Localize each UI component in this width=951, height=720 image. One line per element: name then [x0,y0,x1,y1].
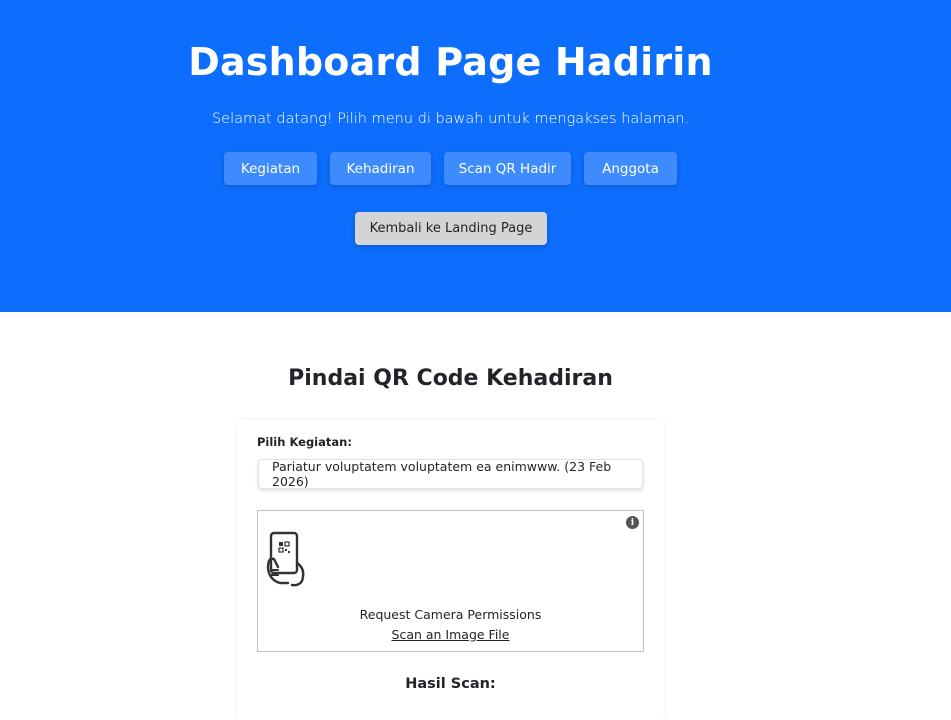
nav-scan-qr-button[interactable]: Scan QR Hadir [444,152,571,185]
nav-kegiatan-button[interactable]: Kegiatan [224,152,317,185]
back-to-landing-button[interactable]: Kembali ke Landing Page [355,212,547,245]
info-icon[interactable]: i [626,516,639,529]
activity-select-label: Pilih Kegiatan: [257,435,352,449]
nav-anggota-button[interactable]: Anggota [584,152,677,185]
scan-image-file-link[interactable]: Scan an Image File [258,627,643,642]
activity-select-value: Pariatur voluptatem voluptatem ea enimww… [272,459,612,489]
hero-header: Dashboard Page Hadirin Selamat datang! P… [0,0,951,312]
scan-result-title: Hasil Scan: [405,676,496,692]
welcome-text: Selamat datang! Pilih menu di bawah untu… [211,111,690,127]
request-camera-button[interactable]: Request Camera Permissions [258,607,643,622]
phone-qr-icon [266,531,305,587]
page-title: Dashboard Page Hadirin [188,40,713,84]
activity-select[interactable]: Pariatur voluptatem voluptatem ea enimww… [258,459,643,489]
qr-scanner-region: i Request Camera Permissions Scan an Ima… [257,510,644,652]
section-title: Pindai QR Code Kehadiran [288,366,613,391]
nav-kehadiran-button[interactable]: Kehadiran [330,152,431,185]
